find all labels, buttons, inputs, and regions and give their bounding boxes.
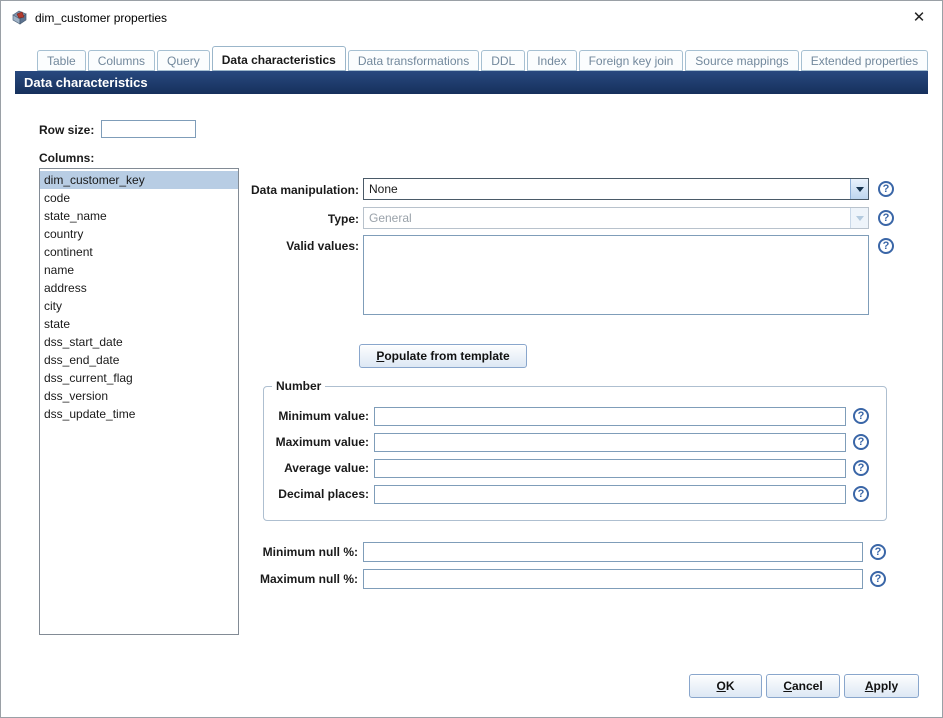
help-icon[interactable]: ? <box>853 434 869 450</box>
field-label: Minimum value: <box>278 409 369 423</box>
number-field-row: Maximum value:? <box>264 433 886 453</box>
null-percent-rows: Minimum null %:? Maximum null %:? <box>241 542 901 600</box>
chevron-down-icon <box>850 179 868 199</box>
list-item[interactable]: city <box>40 297 238 315</box>
tab-query[interactable]: Query <box>157 50 210 71</box>
list-item[interactable]: country <box>40 225 238 243</box>
tab-data-characteristics[interactable]: Data characteristics <box>211 46 346 71</box>
tab-table[interactable]: Table <box>37 50 86 71</box>
tab-foreign-key-join[interactable]: Foreign key join <box>578 50 684 71</box>
list-item[interactable]: code <box>40 189 238 207</box>
help-icon[interactable]: ? <box>878 210 894 226</box>
field-label: Decimal places: <box>278 487 369 501</box>
field-label: Maximum value: <box>275 435 369 449</box>
number-field-row: Minimum value:? <box>264 407 886 427</box>
data-manipulation-value: None <box>369 182 398 196</box>
list-item[interactable]: dss_current_flag <box>40 369 238 387</box>
field-label: Maximum null %: <box>259 572 358 586</box>
number-group: Number Minimum value:? Maximum value:? Ave… <box>263 379 887 521</box>
tab-ddl[interactable]: DDL <box>481 50 526 71</box>
cancel-button[interactable]: Cancel <box>766 674 840 698</box>
field-label: Minimum null %: <box>262 545 358 559</box>
populate-from-template-button[interactable]: Populate from template <box>359 344 527 368</box>
row-size-label: Row size: <box>39 123 95 137</box>
tab-extended-properties[interactable]: Extended properties <box>800 50 929 71</box>
valid-values-textarea[interactable] <box>363 235 869 315</box>
field-input[interactable] <box>374 459 846 478</box>
dialog-window: dim_customer properties ✕ Table Columns Qu… <box>0 0 943 718</box>
help-icon[interactable]: ? <box>853 460 869 476</box>
list-item[interactable]: dss_end_date <box>40 351 238 369</box>
help-icon[interactable]: ? <box>870 571 886 587</box>
list-item[interactable]: dim_customer_key <box>40 171 238 189</box>
list-item[interactable]: name <box>40 261 238 279</box>
number-field-row: Decimal places:? <box>264 485 886 505</box>
title-bar: dim_customer properties ✕ <box>1 1 942 35</box>
list-item[interactable]: dss_start_date <box>40 333 238 351</box>
list-item[interactable]: dss_update_time <box>40 405 238 423</box>
row-size-input[interactable] <box>101 120 196 138</box>
field-input[interactable] <box>363 542 863 562</box>
list-item[interactable]: dss_version <box>40 387 238 405</box>
data-manipulation-label: Data manipulation: <box>250 183 359 197</box>
type-value: General <box>369 211 412 225</box>
tab-source-mappings[interactable]: Source mappings <box>685 50 799 71</box>
field-input[interactable] <box>374 407 846 426</box>
null-percent-row: Minimum null %:? <box>241 542 901 564</box>
list-item[interactable]: continent <box>40 243 238 261</box>
columns-list[interactable]: dim_customer_key code state_name country con… <box>39 168 239 635</box>
number-group-rows: Minimum value:? Maximum value:? Average va… <box>264 393 886 520</box>
window-title: dim_customer properties <box>35 11 168 25</box>
chevron-down-icon <box>850 208 868 228</box>
tab-index[interactable]: Index <box>527 50 577 71</box>
tab-data-transformations[interactable]: Data transformations <box>347 50 480 71</box>
type-select: General <box>363 207 869 229</box>
field-input[interactable] <box>374 485 846 504</box>
list-item[interactable]: state <box>40 315 238 333</box>
type-label: Type: <box>327 212 359 226</box>
close-icon[interactable]: ✕ <box>909 8 929 28</box>
list-item[interactable]: state_name <box>40 207 238 225</box>
field-input[interactable] <box>363 569 863 589</box>
field-input[interactable] <box>374 433 846 452</box>
number-group-legend: Number <box>276 379 322 393</box>
apply-button[interactable]: Apply <box>844 674 919 698</box>
section-header: Data characteristics <box>15 71 928 94</box>
app-icon <box>12 10 27 25</box>
ok-button[interactable]: OK <box>689 674 762 698</box>
help-icon[interactable]: ? <box>870 544 886 560</box>
columns-label: Columns: <box>39 151 95 165</box>
number-field-row: Average value:? <box>264 459 886 479</box>
help-icon[interactable]: ? <box>853 486 869 502</box>
data-manipulation-select[interactable]: None <box>363 178 869 200</box>
null-percent-row: Maximum null %:? <box>241 569 901 591</box>
help-icon[interactable]: ? <box>878 238 894 254</box>
tab-strip: Table Columns Query Data characteristics Dat… <box>37 45 932 71</box>
help-icon[interactable]: ? <box>853 408 869 424</box>
valid-values-label: Valid values: <box>286 239 359 253</box>
help-icon[interactable]: ? <box>878 181 894 197</box>
field-label: Average value: <box>284 461 369 475</box>
tab-columns[interactable]: Columns <box>87 50 156 71</box>
list-item[interactable]: address <box>40 279 238 297</box>
